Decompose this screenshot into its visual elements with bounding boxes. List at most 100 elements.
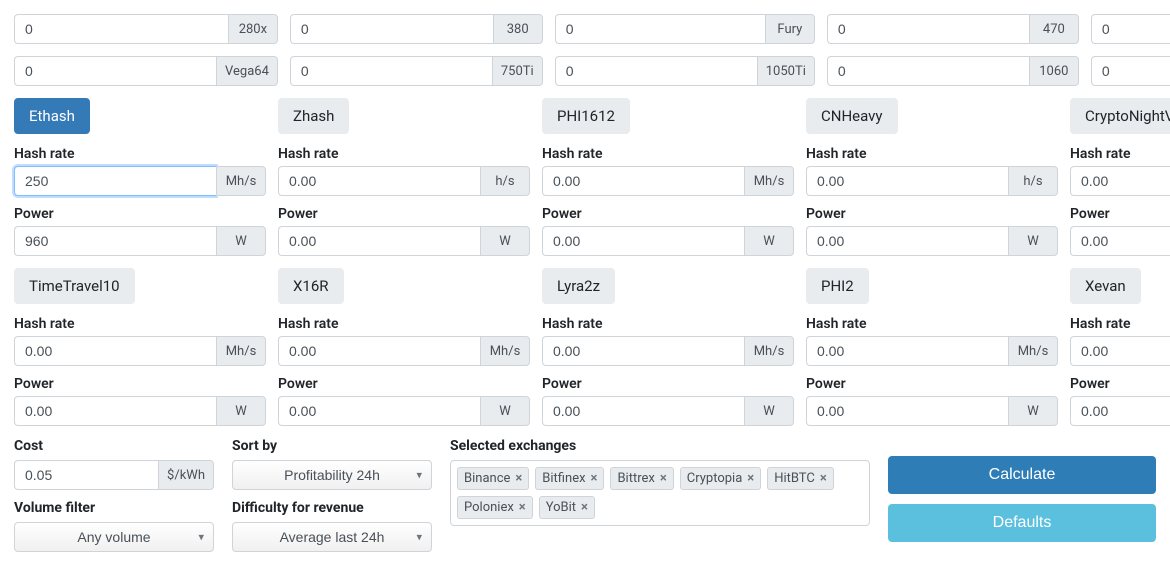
exchanges-box[interactable]: Binance× Bitfinex× Bittrex× Cryptopia× HitBT… bbox=[450, 460, 870, 526]
calculate-button[interactable]: Calculate bbox=[888, 456, 1156, 494]
hashrate-input-group: 0.00Mh/s bbox=[14, 336, 266, 366]
algo-button[interactable]: TimeTravel10 bbox=[14, 268, 135, 304]
power-label: Power bbox=[14, 206, 266, 222]
gpu-count-input[interactable]: 0 bbox=[555, 56, 757, 86]
algo-cell: TimeTravel10Hash rate0.00Mh/sPower0.00W bbox=[14, 268, 266, 426]
hashrate-input-group: 0.00h/s bbox=[278, 166, 530, 196]
hashrate-input[interactable]: 0.00 bbox=[278, 336, 480, 366]
power-label: Power bbox=[542, 376, 794, 392]
power-input[interactable]: 0.00 bbox=[278, 396, 480, 426]
close-icon[interactable]: × bbox=[581, 500, 588, 515]
algo-button[interactable]: CNHeavy bbox=[806, 98, 898, 134]
gpu-input-group: 0Vega64 bbox=[14, 56, 278, 86]
hashrate-input-group: 0.00h/s bbox=[1070, 166, 1170, 196]
actions-column: Calculate Defaults bbox=[888, 438, 1156, 552]
power-unit: W bbox=[480, 226, 530, 256]
power-input-group: 960W bbox=[14, 226, 266, 256]
power-unit: W bbox=[744, 226, 794, 256]
gpu-count-input[interactable]: 0 bbox=[14, 56, 216, 86]
hashrate-input[interactable]: 0.00 bbox=[1070, 166, 1170, 196]
algo-button[interactable]: Zhash bbox=[278, 98, 349, 134]
cost-input[interactable] bbox=[14, 460, 158, 490]
exchange-tag: YoBit× bbox=[539, 496, 595, 519]
exchange-tag: Bitfinex× bbox=[535, 467, 604, 490]
hashrate-input[interactable]: 0.00 bbox=[806, 336, 1008, 366]
cost-label: Cost bbox=[14, 438, 214, 454]
close-icon[interactable]: × bbox=[820, 471, 827, 486]
gpu-count-input[interactable]: 0 bbox=[827, 14, 1029, 44]
power-input[interactable]: 0.00 bbox=[1070, 396, 1170, 426]
gpu-input-group: 01050Ti bbox=[555, 56, 815, 86]
hashrate-input-group: 250Mh/s bbox=[14, 166, 266, 196]
exchange-tag-label: Poloniex bbox=[464, 500, 514, 515]
power-input[interactable]: 0.00 bbox=[14, 396, 216, 426]
difficulty-select[interactable]: Average last 24h bbox=[232, 522, 432, 552]
cost-input-group: $/kWh bbox=[14, 460, 214, 490]
hashrate-input[interactable]: 0.00 bbox=[278, 166, 480, 196]
volume-filter-select[interactable]: Any volume bbox=[14, 522, 214, 552]
close-icon[interactable]: × bbox=[660, 471, 667, 486]
gpu-input-group: 01060 bbox=[827, 56, 1079, 86]
gpu-count-input[interactable]: 0 bbox=[555, 14, 765, 44]
exchange-tag: Cryptopia× bbox=[680, 467, 761, 490]
hashrate-input[interactable]: 0.00 bbox=[1070, 336, 1170, 366]
hashrate-input[interactable]: 0.00 bbox=[14, 336, 216, 366]
power-input[interactable]: 0.00 bbox=[806, 396, 1008, 426]
gpu-count-input[interactable]: 0 bbox=[1091, 56, 1170, 86]
exchange-tag: Binance× bbox=[457, 467, 529, 490]
power-unit: W bbox=[216, 396, 266, 426]
sortby-label: Sort by bbox=[232, 438, 432, 454]
close-icon[interactable]: × bbox=[519, 500, 526, 515]
algo-button[interactable]: Xevan bbox=[1070, 268, 1141, 304]
algo-button[interactable]: PHI1612 bbox=[542, 98, 630, 134]
hashrate-input-group: 0.00Mh/s bbox=[542, 336, 794, 366]
power-input[interactable]: 0.00 bbox=[278, 226, 480, 256]
hashrate-unit: Mh/s bbox=[744, 166, 794, 196]
exchanges-label: Selected exchanges bbox=[450, 438, 870, 454]
power-unit: W bbox=[480, 396, 530, 426]
hashrate-input[interactable]: 0.00 bbox=[542, 166, 744, 196]
power-unit: W bbox=[216, 226, 266, 256]
hashrate-label: Hash rate bbox=[542, 146, 794, 162]
power-label: Power bbox=[278, 376, 530, 392]
algo-button[interactable]: Ethash bbox=[14, 98, 90, 134]
algo-button[interactable]: CryptoNightV7 bbox=[1070, 98, 1170, 134]
power-label: Power bbox=[542, 206, 794, 222]
close-icon[interactable]: × bbox=[515, 471, 522, 486]
algo-button[interactable]: X16R bbox=[278, 268, 344, 304]
power-input-group: 0.00W bbox=[1070, 226, 1170, 256]
sort-column: Sort by Profitability 24h Difficulty for… bbox=[232, 438, 432, 552]
algo-button[interactable]: PHI2 bbox=[806, 268, 869, 304]
exchange-tag: Bittrex× bbox=[610, 467, 673, 490]
gpu-input-group: 0750Ti bbox=[290, 56, 543, 86]
gpu-grid: 0280x03800Fury04700480057005800Vega560Ve… bbox=[14, 14, 1156, 86]
gpu-model-label: 1050Ti bbox=[757, 56, 815, 86]
sortby-select[interactable]: Profitability 24h bbox=[232, 460, 432, 490]
power-input[interactable]: 0.00 bbox=[1070, 226, 1170, 256]
hashrate-input-group: 0.00Mh/s bbox=[278, 336, 530, 366]
hashrate-input[interactable]: 250 bbox=[14, 166, 216, 196]
gpu-count-input[interactable]: 0 bbox=[14, 14, 228, 44]
exchange-tag: HitBTC× bbox=[767, 467, 834, 490]
bottom-controls: Cost $/kWh Volume filter Any volume Sort… bbox=[14, 438, 1156, 552]
algo-button[interactable]: Lyra2z bbox=[542, 268, 615, 304]
power-unit: W bbox=[1008, 396, 1058, 426]
hashrate-label: Hash rate bbox=[14, 316, 266, 332]
close-icon[interactable]: × bbox=[591, 471, 598, 486]
hashrate-input-group: 0.00Mh/s bbox=[1070, 336, 1170, 366]
gpu-count-input[interactable]: 0 bbox=[290, 56, 492, 86]
gpu-count-input[interactable]: 0 bbox=[1091, 14, 1170, 44]
power-input-group: 0.00W bbox=[806, 396, 1058, 426]
gpu-count-input[interactable]: 0 bbox=[290, 14, 493, 44]
close-icon[interactable]: × bbox=[747, 471, 754, 486]
power-input[interactable]: 0.00 bbox=[542, 396, 744, 426]
power-input[interactable]: 0.00 bbox=[542, 226, 744, 256]
hashrate-input[interactable]: 0.00 bbox=[806, 166, 1008, 196]
cost-unit: $/kWh bbox=[158, 460, 214, 490]
algo-cell: Lyra2zHash rate0.00Mh/sPower0.00W bbox=[542, 268, 794, 426]
gpu-count-input[interactable]: 0 bbox=[827, 56, 1029, 86]
power-input[interactable]: 960 bbox=[14, 226, 216, 256]
hashrate-input[interactable]: 0.00 bbox=[542, 336, 744, 366]
defaults-button[interactable]: Defaults bbox=[888, 504, 1156, 542]
power-input[interactable]: 0.00 bbox=[806, 226, 1008, 256]
